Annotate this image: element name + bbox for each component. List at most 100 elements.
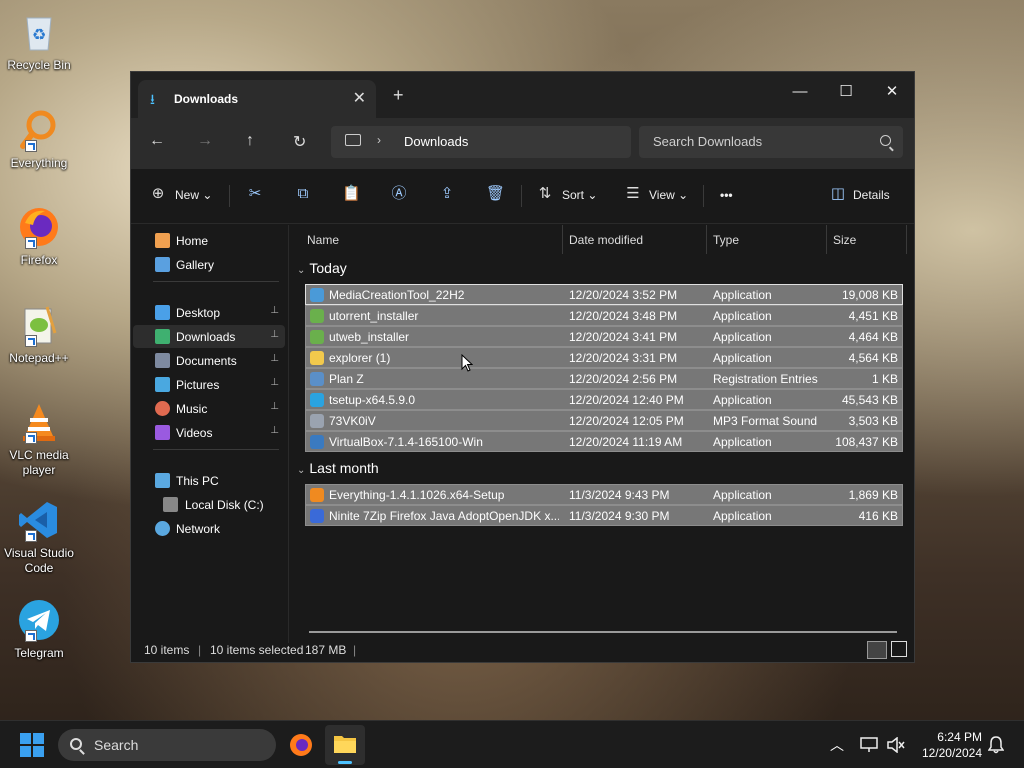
desktop-icon-firefox[interactable]: Firefox: [4, 205, 74, 268]
breadcrumb[interactable]: Downloads: [404, 134, 468, 149]
status-divider: |: [353, 643, 357, 657]
desktop-icon-notepadpp[interactable]: Notepad++: [4, 303, 74, 366]
column-header-size[interactable]: Size: [827, 225, 907, 254]
column-header-type[interactable]: Type: [707, 225, 827, 254]
group-header-last-month[interactable]: ⌄ Last month: [297, 460, 379, 476]
sidebar-item-label: This PC: [176, 474, 219, 488]
minimize-button[interactable]: —: [777, 78, 823, 106]
taskbar: Search ︿ 6:24 PM 12/20/2024: [0, 720, 1024, 768]
sidebar-item-local-disk[interactable]: Local Disk (C:): [133, 493, 285, 516]
sort-button[interactable]: Sort ⌄: [562, 188, 597, 202]
sidebar-item-network[interactable]: Network: [133, 517, 285, 540]
notepad-plus-plus-icon: [17, 303, 61, 347]
file-date: 12/20/2024 11:19 AM: [569, 435, 683, 449]
details-view-icon[interactable]: [867, 641, 887, 659]
desktop-icon-telegram[interactable]: Telegram: [4, 598, 74, 661]
pin-icon: ⊥: [270, 353, 279, 364]
new-tab-button[interactable]: +: [393, 85, 404, 106]
sidebar-item-pictures[interactable]: Pictures ⊥: [133, 373, 285, 396]
up-arrow-icon[interactable]: ↑: [246, 132, 254, 150]
view-button-label: View: [649, 188, 675, 202]
file-type: Application: [713, 435, 772, 449]
taskbar-search[interactable]: Search: [58, 729, 276, 761]
file-date: 11/3/2024 9:30 PM: [569, 509, 670, 523]
tab-close-button[interactable]: ✕: [353, 88, 366, 108]
file-row[interactable]: 73VK0iV 12/20/2024 12:05 PM MP3 Format Sou…: [305, 410, 903, 431]
group-header-today[interactable]: ⌄ Today: [297, 260, 347, 276]
firefox-icon[interactable]: [289, 733, 313, 757]
share-icon[interactable]: ⇪: [438, 185, 456, 203]
file-row[interactable]: explorer (1) 12/20/2024 3:31 PM Applicatio…: [305, 347, 903, 368]
cut-icon[interactable]: ✂: [246, 185, 264, 203]
desktop-icon-vscode[interactable]: Visual Studio Code: [4, 498, 74, 576]
system-clock[interactable]: 6:24 PM 12/20/2024: [922, 729, 982, 761]
desktop-icon-vlc[interactable]: VLC media player: [4, 400, 74, 478]
pin-icon: ⊥: [270, 329, 279, 340]
file-icon: [310, 435, 324, 449]
horizontal-scrollbar[interactable]: [309, 631, 897, 633]
file-row[interactable]: VirtualBox-7.1.4-165100-Win 12/20/2024 11…: [305, 431, 903, 452]
more-options-button[interactable]: •••: [720, 188, 733, 202]
desktop-icon-everything[interactable]: Everything: [4, 108, 74, 171]
rename-icon[interactable]: Ⓐ: [390, 185, 408, 203]
paste-icon[interactable]: 📋: [342, 185, 361, 203]
sidebar-item-documents[interactable]: Documents ⊥: [133, 349, 285, 372]
file-row[interactable]: utorrent_installer 12/20/2024 3:48 PM Appl…: [305, 305, 903, 326]
search-box[interactable]: [639, 126, 903, 158]
file-row[interactable]: MediaCreationTool_22H2 12/20/2024 3:52 PM…: [305, 284, 903, 305]
view-button[interactable]: View ⌄: [649, 188, 688, 202]
sidebar-item-downloads[interactable]: Downloads ⊥: [133, 325, 285, 348]
file-name: utweb_installer: [329, 330, 410, 344]
refresh-icon[interactable]: ↻: [293, 132, 306, 152]
file-row[interactable]: Everything-1.4.1.1026.x64-Setup 11/3/2024…: [305, 484, 903, 505]
notification-bell-icon[interactable]: [988, 736, 1004, 754]
videos-folder-icon: [155, 425, 170, 440]
tab-downloads[interactable]: ⭳ Downloads ✕: [138, 80, 376, 118]
desktop-icon-label: VLC media player: [9, 448, 69, 477]
sidebar-divider: [153, 449, 279, 450]
sidebar-item-music[interactable]: Music ⊥: [133, 397, 285, 420]
pin-icon: ⊥: [270, 377, 279, 388]
back-arrow-icon[interactable]: ←: [149, 132, 165, 150]
item-count: 10 items: [144, 643, 190, 657]
file-size: 45,543 KB: [841, 393, 898, 407]
column-header-name[interactable]: Name: [301, 225, 563, 254]
new-button[interactable]: New ⌄: [175, 188, 212, 202]
file-row[interactable]: utweb_installer 12/20/2024 3:41 PM Applica…: [305, 326, 903, 347]
sidebar-item-gallery[interactable]: Gallery: [133, 253, 285, 276]
details-button[interactable]: Details: [853, 188, 890, 202]
tiles-view-icon[interactable]: [891, 641, 907, 657]
network-icon[interactable]: [860, 737, 878, 753]
sidebar-item-home[interactable]: Home: [133, 229, 285, 252]
volume-muted-icon[interactable]: [887, 737, 905, 753]
file-icon: [310, 309, 324, 323]
file-name: Everything-1.4.1.1026.x64-Setup: [329, 488, 505, 502]
start-windows-icon[interactable]: [20, 733, 44, 757]
sidebar-divider: [153, 281, 279, 282]
sidebar-item-videos[interactable]: Videos ⊥: [133, 421, 285, 444]
column-header-date[interactable]: Date modified: [563, 225, 707, 254]
delete-icon[interactable]: 🗑: [486, 185, 505, 203]
file-date: 12/20/2024 3:52 PM: [569, 288, 678, 302]
taskbar-file-explorer[interactable]: [325, 725, 365, 765]
toolbar-divider: [703, 185, 704, 207]
column-header-label: Size: [833, 233, 857, 247]
file-row[interactable]: Ninite 7Zip Firefox Java AdoptOpenJDK x.…: [305, 505, 903, 526]
chevron-right-icon[interactable]: ›: [377, 133, 381, 147]
file-row[interactable]: tsetup-x64.5.9.0 12/20/2024 12:40 PM Appli…: [305, 389, 903, 410]
sidebar-item-this-pc[interactable]: This PC: [133, 469, 285, 492]
search-icon[interactable]: [880, 135, 891, 146]
copy-icon[interactable]: ⧉: [294, 185, 312, 203]
close-window-button[interactable]: ✕: [869, 78, 915, 106]
sidebar-item-desktop[interactable]: Desktop ⊥: [133, 301, 285, 324]
maximize-button[interactable]: ☐: [823, 78, 869, 106]
desktop-icon-recycle-bin[interactable]: ♻ Recycle Bin: [4, 10, 74, 73]
chevron-up-icon[interactable]: ︿: [830, 735, 844, 755]
forward-arrow-icon[interactable]: →: [197, 132, 213, 150]
search-input[interactable]: [653, 134, 863, 149]
address-bar[interactable]: › Downloads: [331, 126, 631, 158]
file-size: 19,008 KB: [841, 288, 898, 302]
file-row[interactable]: Plan Z 12/20/2024 2:56 PM Registration Ent…: [305, 368, 903, 389]
svg-text:♻: ♻: [32, 25, 46, 44]
telegram-icon: [17, 598, 61, 642]
